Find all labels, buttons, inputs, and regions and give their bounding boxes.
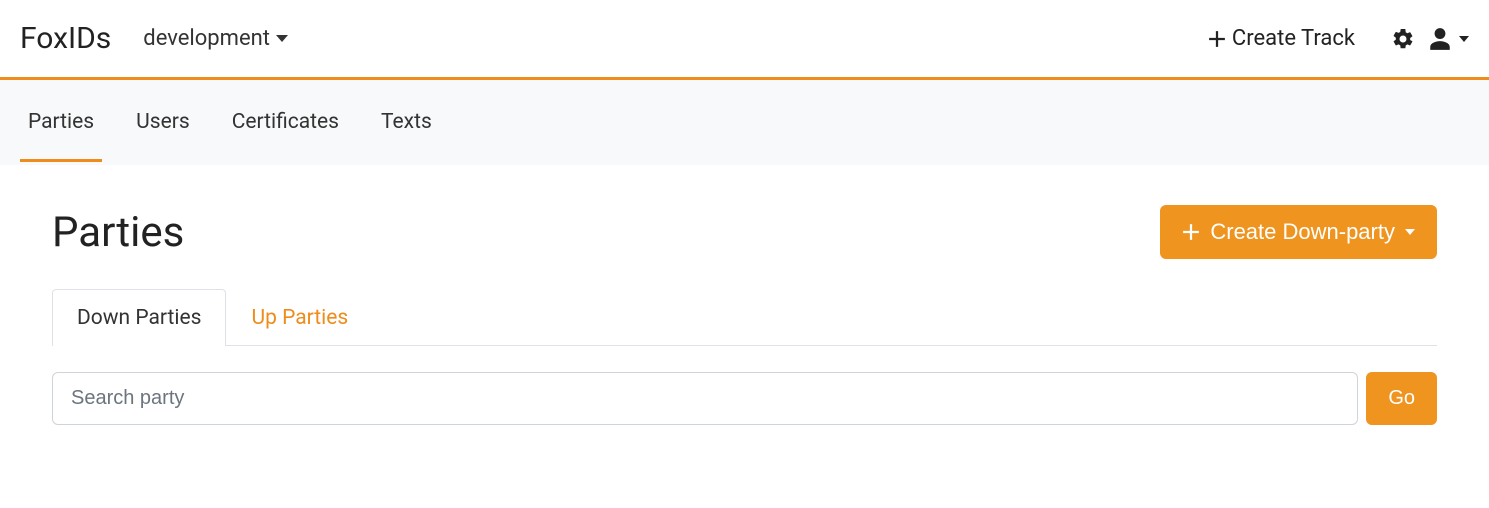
page-title: Parties	[52, 208, 184, 257]
search-input[interactable]	[52, 372, 1358, 425]
settings-button[interactable]	[1391, 27, 1415, 51]
nav-tabs: Parties Users Certificates Texts	[0, 80, 1489, 165]
track-dropdown[interactable]: development	[143, 26, 288, 51]
create-down-party-label: Create Down-party	[1210, 219, 1395, 245]
brand-name[interactable]: FoxIDs	[20, 21, 111, 56]
create-track-label: Create Track	[1232, 26, 1355, 51]
plus-icon	[1182, 223, 1200, 241]
go-button[interactable]: Go	[1366, 372, 1437, 425]
sub-tab-down-parties[interactable]: Down Parties	[52, 289, 226, 346]
caret-down-icon	[1405, 229, 1415, 235]
caret-down-icon	[1459, 36, 1469, 42]
caret-down-icon	[276, 35, 288, 42]
plus-icon	[1208, 30, 1226, 48]
tab-texts[interactable]: Texts	[373, 82, 440, 162]
sub-tabs: Down Parties Up Parties	[52, 289, 1437, 346]
tab-parties[interactable]: Parties	[20, 82, 102, 162]
create-track-button[interactable]: Create Track	[1208, 26, 1355, 51]
user-icon	[1427, 26, 1453, 52]
user-menu-button[interactable]	[1427, 26, 1469, 52]
track-dropdown-label: development	[143, 26, 270, 51]
sub-tab-up-parties[interactable]: Up Parties	[226, 289, 373, 346]
tab-users[interactable]: Users	[128, 82, 198, 162]
create-down-party-button[interactable]: Create Down-party	[1160, 205, 1437, 259]
gear-icon	[1391, 27, 1415, 51]
tab-certificates[interactable]: Certificates	[224, 82, 347, 162]
